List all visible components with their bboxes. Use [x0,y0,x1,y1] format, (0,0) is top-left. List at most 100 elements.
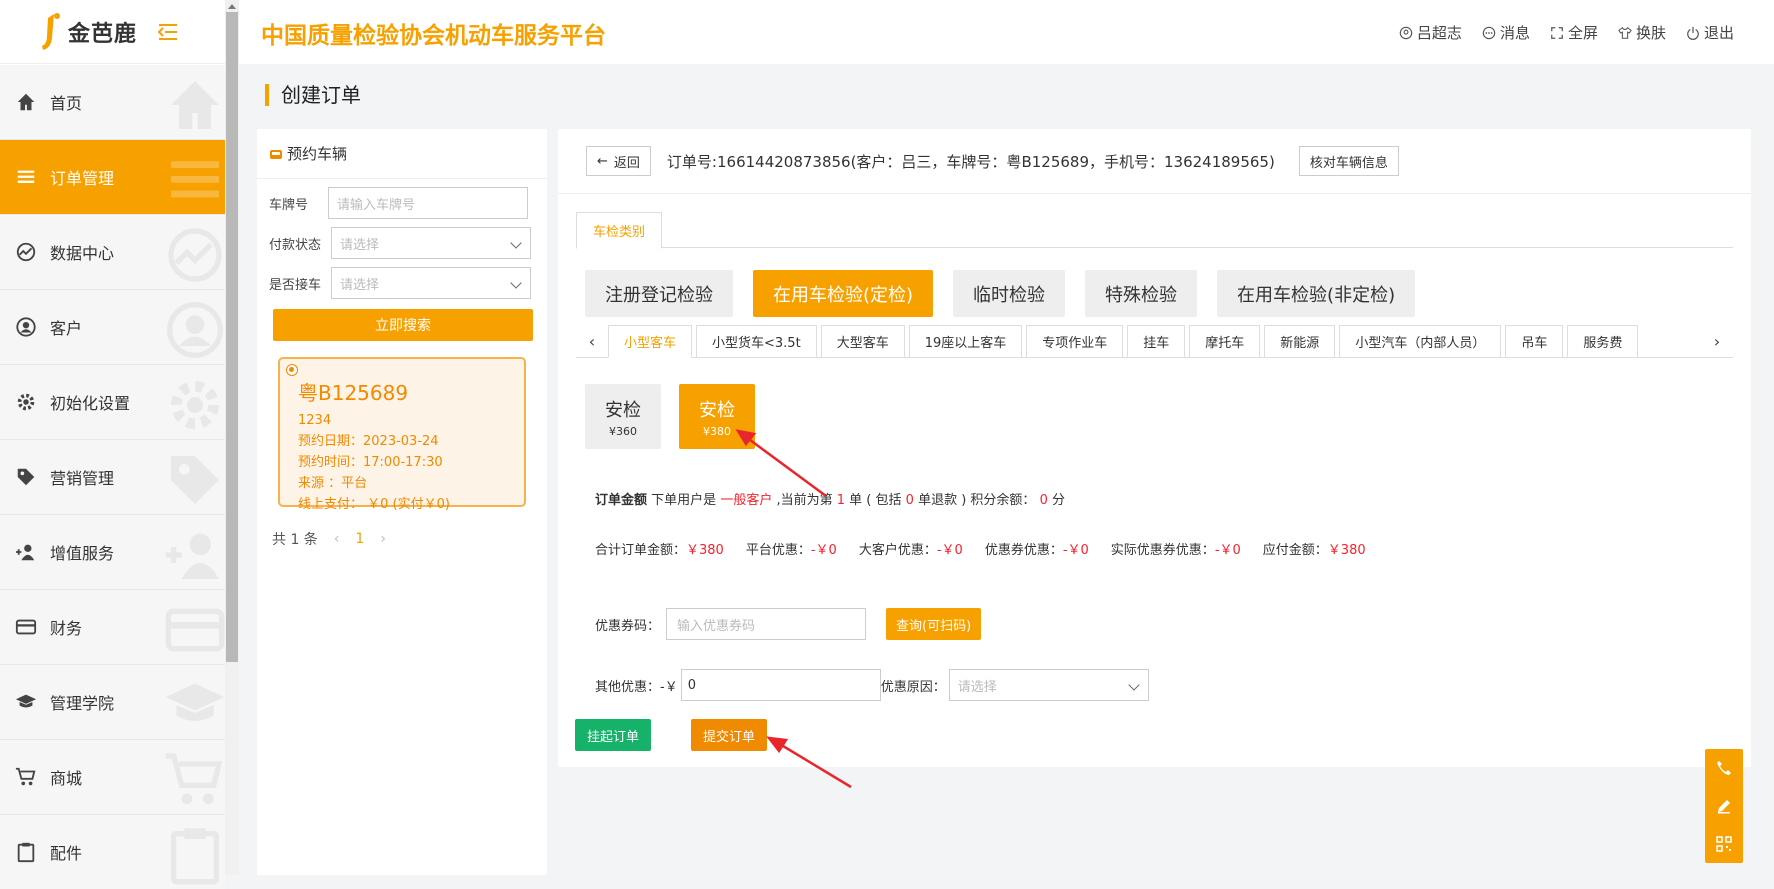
other-discount-label: 其他优惠： [595,679,661,695]
chevron-down-icon [1128,679,1140,691]
pager-page[interactable]: 1 [355,531,364,547]
sidebar-item-8[interactable]: 管理学院 [0,664,225,739]
order-amount-line: 订单金额 下单用户是 一般客户 ,当前为第 1 单 ( 包括 0 单退款 ) 积… [595,489,1065,508]
edit-icon[interactable] [1714,796,1734,816]
coupon-label: 优惠券码： [595,618,661,634]
vehicle-plate: 粤B125689 [298,381,409,405]
sidebar-item-2[interactable]: 数据中心 [0,214,225,289]
service-option-0[interactable]: 安检 ¥360 [585,384,661,449]
vehicle-tab-6[interactable]: 摩托车 [1189,325,1261,357]
menu-collapse-icon[interactable] [157,23,179,41]
vehicle-radio[interactable] [286,364,298,376]
search-button[interactable]: 立即搜索 [273,309,533,341]
category-button-4[interactable]: 在用车检验(非定检) [1217,270,1416,317]
discount-reason-select[interactable]: 请选择 [948,669,1149,701]
back-button[interactable]: ← 返回 [586,146,651,176]
total-item: 应付金额：￥380 [1263,539,1366,558]
service-price: ¥360 [609,424,637,438]
total-value: -￥0 [810,543,837,558]
amount-text-3: 单 ( 包括 [849,493,902,508]
tabs-next-icon[interactable]: › [1701,325,1733,357]
pickup-select[interactable]: 请选择 [331,267,531,299]
submit-order-button[interactable]: 提交订单 [691,719,768,751]
sidebar-item-label: 管理学院 [50,694,115,713]
hold-order-button[interactable]: 挂起订单 [575,719,652,751]
booking-date: 预约日期：2023-03-24 [298,434,439,449]
total-item: 优惠券优惠：-￥0 [985,539,1089,558]
action-buttons: 挂起订单 提交订单 [575,719,768,751]
pager-prev-icon[interactable]: ‹ [334,531,340,547]
vehicle-tab-5[interactable]: 挂车 [1127,325,1186,357]
vehicle-tab-8[interactable]: 小型汽车（内部人员） [1339,325,1502,357]
query-coupon-button[interactable]: 查询(可扫码) [886,608,982,640]
category-button-2[interactable]: 临时检验 [953,270,1066,317]
plate-row: 车牌号 请输入车牌号 [269,187,547,219]
pager-next-icon[interactable]: › [380,531,386,547]
total-value: -￥0 [1214,543,1241,558]
coupon-row: 优惠券码： 输入优惠券码 查询(可扫码) [595,608,982,640]
vehicle-tab-4[interactable]: 专项作业车 [1026,325,1124,357]
sidebar-item-label: 营销管理 [50,469,115,488]
user-icon [1399,26,1413,40]
sidebar-item-5[interactable]: 营销管理 [0,439,225,514]
vehicle-tab-3[interactable]: 19座以上客车 [908,325,1023,357]
top-action-user[interactable]: 吕超志 [1399,22,1462,43]
tab-inspection-category[interactable]: 车检类别 [576,212,663,249]
other-discount-value: 0 [687,677,696,693]
service-option-1[interactable]: 安检 ¥380 [679,384,755,449]
pager-total: 共 1 条 [272,532,318,548]
sidebar-item-4[interactable]: 初始化设置 [0,364,225,439]
discount-reason-label: 优惠原因： [880,679,946,695]
pay-status-label: 付款状态 [269,237,322,253]
sidebar-item-6[interactable]: 增值服务 [0,514,225,589]
home-watermark-icon [163,73,225,137]
sidebar-item-3[interactable]: 客户 [0,289,225,364]
vehicle-tab-2[interactable]: 大型客车 [820,325,905,357]
sidebar-item-label: 财务 [50,619,83,638]
sidebar-item-10[interactable]: 配件 [0,814,225,889]
category-button-3[interactable]: 特殊检验 [1085,270,1198,317]
verify-vehicle-button[interactable]: 核对车辆信息 [1298,146,1399,176]
total-item: 大客户优惠：-￥0 [859,539,963,558]
points-balance: 0 [1039,493,1048,508]
tabs-prev-icon[interactable]: ‹ [576,325,608,357]
sidebar-scroll-thumb[interactable] [226,12,238,662]
category-button-1[interactable]: 在用车检验(定检) [753,270,934,317]
sidebar-item-label: 首页 [50,94,83,113]
other-discount-input[interactable]: 0 [680,669,881,701]
sidebar-item-9[interactable]: 商城 [0,739,225,814]
cart-icon [14,765,38,789]
top-action-power[interactable]: 退出 [1686,22,1734,43]
plate-input[interactable]: 请输入车牌号 [328,187,528,219]
sidebar-item-1[interactable]: 订单管理 [0,139,225,214]
scroll-up-arrow-icon[interactable] [227,2,237,10]
vehicle-tab-7[interactable]: 新能源 [1264,325,1336,357]
plate-label: 车牌号 [269,197,309,213]
order-count: 1 [836,493,846,508]
top-action-shirt[interactable]: 换肤 [1618,22,1666,43]
vehicle-tab-0[interactable]: 小型客车 [608,325,693,358]
vehicle-tab-9[interactable]: 吊车 [1505,325,1564,357]
arrow-left-icon: ← [597,153,608,169]
user-watermark-icon [163,298,225,362]
vehicle-tab-10[interactable]: 服务费 [1567,325,1639,357]
graduation-watermark-icon [163,673,225,737]
pay-status-select[interactable]: 请选择 [331,227,531,259]
vehicle-tab-1[interactable]: 小型货车<3.5t [696,325,817,357]
sidebar-item-0[interactable]: 首页 [0,64,225,139]
pagination: 共 1 条 ‹ 1 › [272,529,547,549]
graduation-icon [14,690,38,714]
coupon-input[interactable]: 输入优惠券码 [666,608,867,640]
top-action-fullscreen[interactable]: 全屏 [1550,22,1598,43]
category-button-0[interactable]: 注册登记检验 [585,270,733,317]
floating-toolbar [1705,749,1743,863]
service-name: 安检 [605,399,641,421]
booking-panel: 预约车辆 车牌号 请输入车牌号 付款状态 请选择 是否接车 请选择 立即搜索 粤… [257,129,547,875]
card-watermark-icon [163,598,225,662]
qr-code-icon[interactable] [1714,834,1734,854]
phone-icon[interactable] [1714,758,1734,778]
tag-watermark-icon [163,448,225,512]
top-action-message[interactable]: 消息 [1482,22,1530,43]
sidebar-item-7[interactable]: 财务 [0,589,225,664]
vehicle-card[interactable]: 粤B125689 1234 预约日期：2023-03-24 预约时间：17:00… [278,357,526,512]
